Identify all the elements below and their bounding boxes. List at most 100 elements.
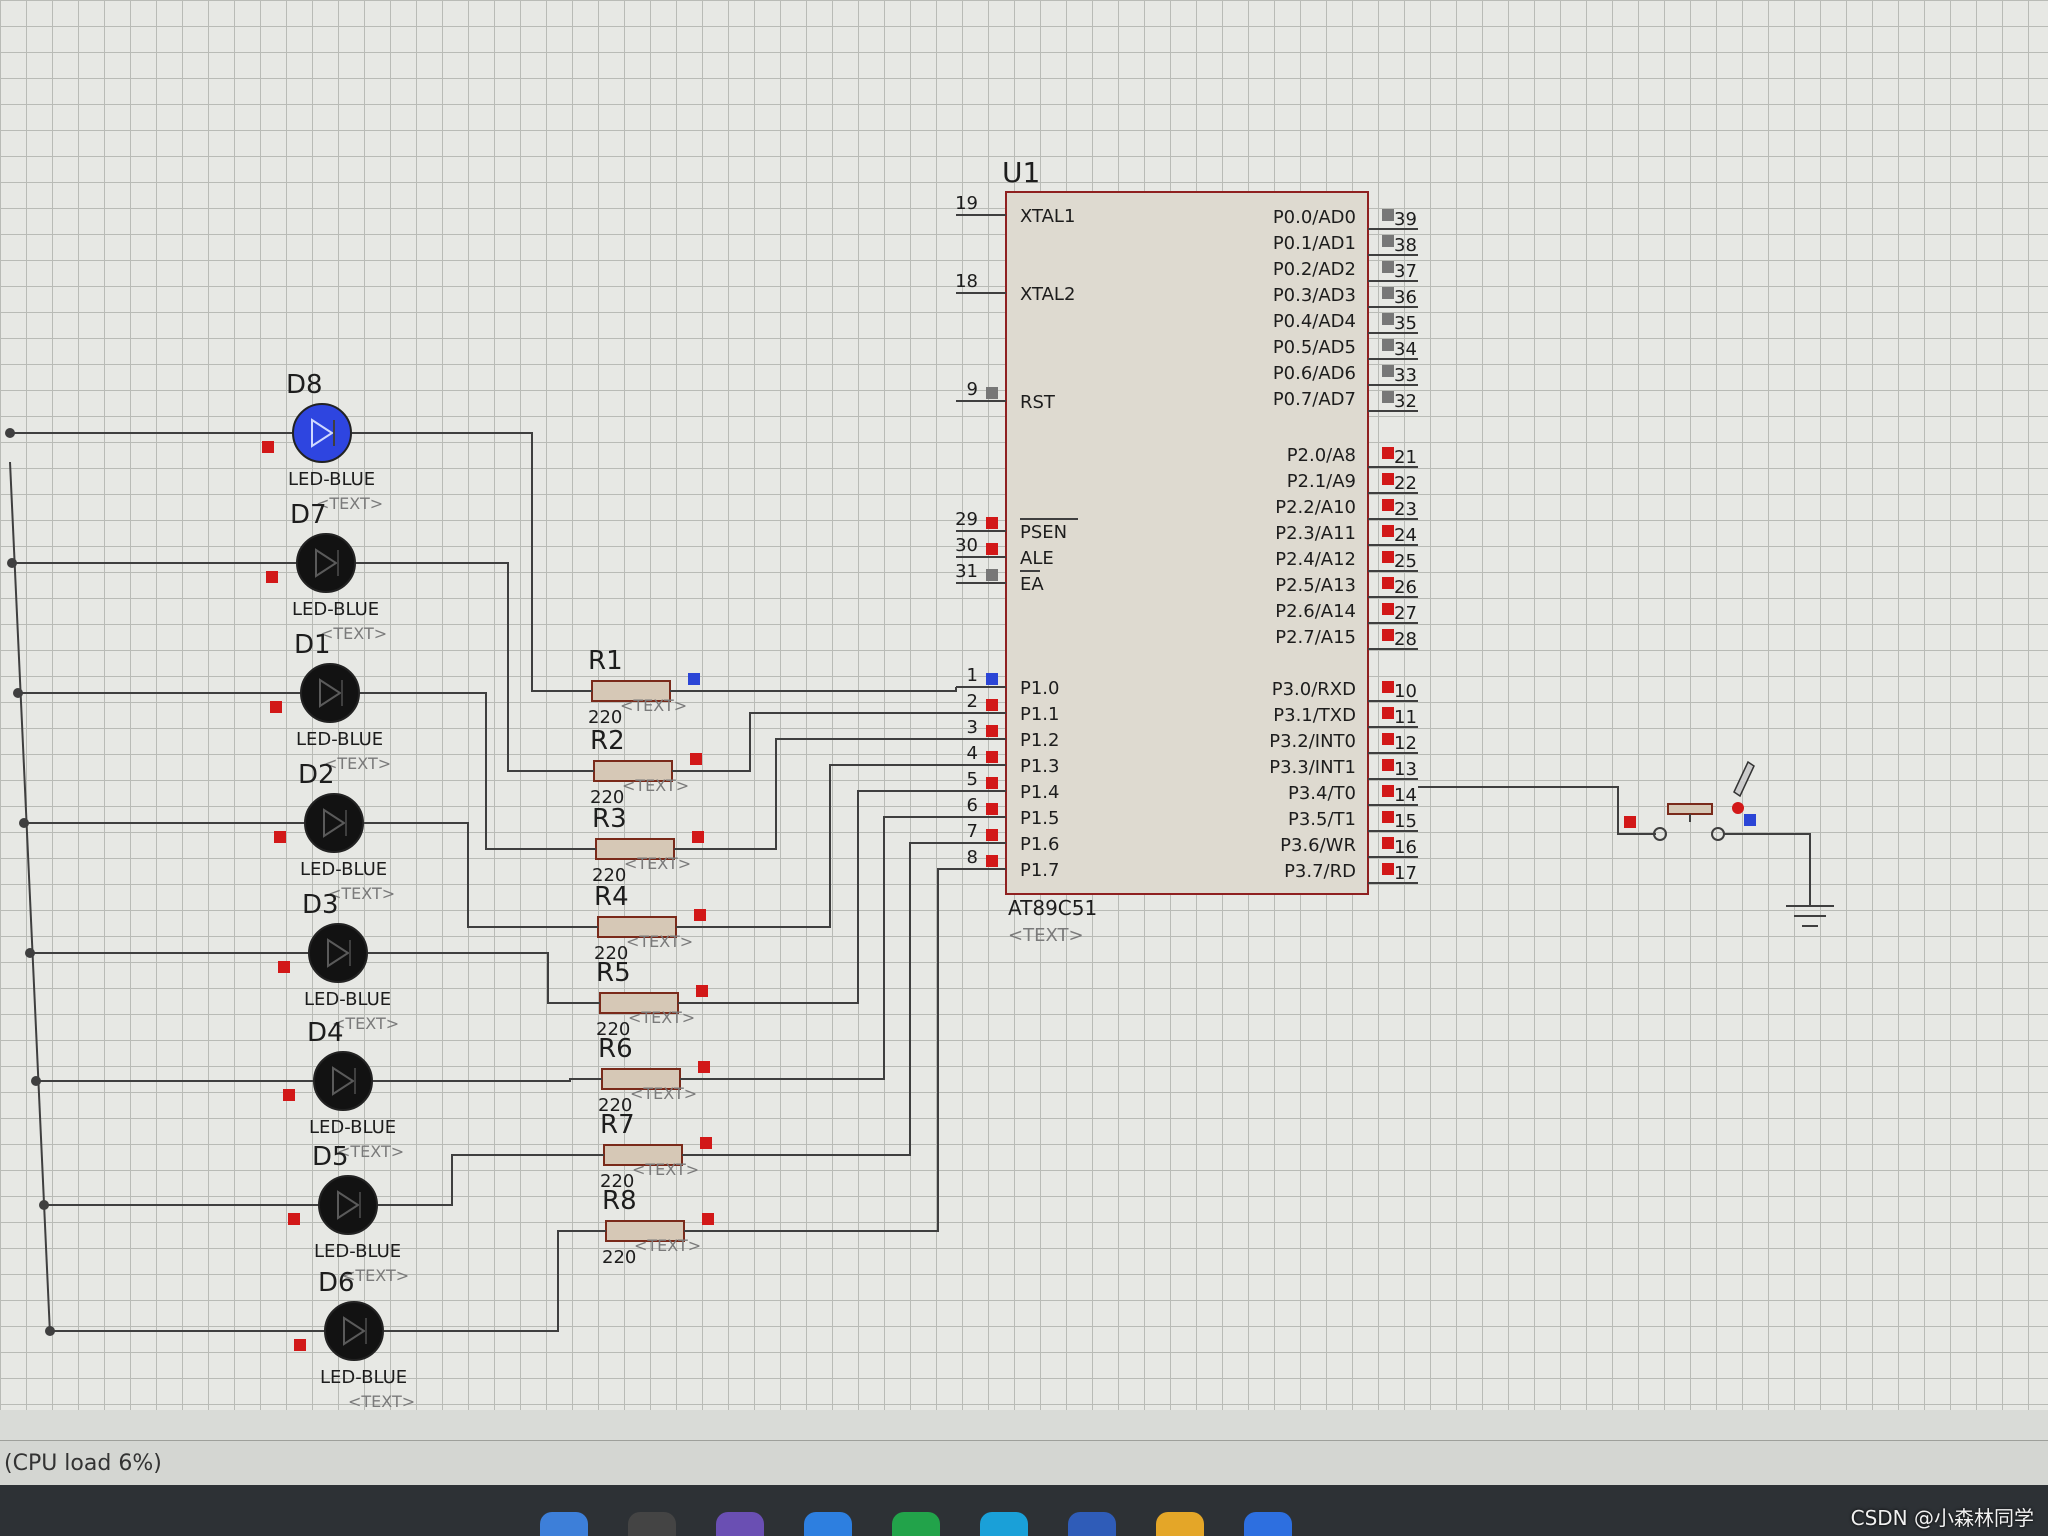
resistor-to-chip-wire bbox=[670, 687, 957, 692]
chip-pin-number: 38 bbox=[1394, 235, 1417, 256]
folder-icon[interactable] bbox=[540, 1512, 588, 1536]
chip-pin-name: P0.5/AD5 bbox=[1273, 337, 1356, 358]
resistor-ref: R3 bbox=[592, 804, 627, 834]
pin-state-marker bbox=[1382, 681, 1394, 693]
wire-junction bbox=[25, 948, 35, 958]
app-icon[interactable] bbox=[716, 1512, 764, 1536]
pin-state-marker bbox=[986, 777, 998, 789]
chip-pin-number: 14 bbox=[1394, 785, 1417, 806]
isis-icon[interactable] bbox=[1244, 1512, 1292, 1536]
chip-pin-number: 37 bbox=[1394, 261, 1417, 282]
chip-pin-number: 22 bbox=[1394, 473, 1417, 494]
led-to-resistor-wire bbox=[373, 1078, 602, 1082]
word-icon[interactable] bbox=[1068, 1512, 1116, 1536]
push-button[interactable] bbox=[1667, 803, 1713, 815]
led-to-resistor-wire bbox=[356, 562, 594, 772]
button-wire bbox=[1418, 786, 1656, 835]
led-ref: D1 bbox=[294, 630, 331, 660]
led-body[interactable] bbox=[318, 1175, 378, 1235]
chip-pin-number: 25 bbox=[1394, 551, 1417, 572]
led-part: LED-BLUE bbox=[320, 1367, 407, 1388]
chip-pin-number: 39 bbox=[1394, 209, 1417, 230]
chat-icon[interactable] bbox=[980, 1512, 1028, 1536]
chip-pin-number: 19 bbox=[955, 193, 978, 214]
resistor-to-chip-wire bbox=[680, 816, 956, 1080]
led-part: LED-BLUE bbox=[304, 989, 391, 1010]
led-body[interactable] bbox=[292, 403, 352, 463]
chip-pin-number: 31 bbox=[955, 561, 978, 582]
led-body[interactable] bbox=[304, 793, 364, 853]
led-body[interactable] bbox=[308, 923, 368, 983]
chip-pin-number: 12 bbox=[1394, 733, 1417, 754]
pin-state-marker bbox=[1382, 863, 1394, 875]
led-body[interactable] bbox=[313, 1051, 373, 1111]
chip-pin-number: 1 bbox=[967, 665, 978, 686]
pencil-icon bbox=[1733, 760, 1755, 798]
chip-part: AT89C51 bbox=[1008, 896, 1097, 920]
chip-pin-number: 36 bbox=[1394, 287, 1417, 308]
chip-pin-name: P0.1/AD1 bbox=[1273, 233, 1356, 254]
led-to-resistor-wire bbox=[368, 952, 600, 1004]
wechat-icon[interactable] bbox=[892, 1512, 940, 1536]
pin-state-marker bbox=[1382, 785, 1394, 797]
pin-state-marker bbox=[1382, 499, 1394, 511]
resistor-to-chip-wire bbox=[674, 738, 956, 850]
pin-state-marker bbox=[986, 673, 998, 685]
pin-state-marker bbox=[1624, 816, 1636, 828]
pin-state-marker bbox=[694, 909, 706, 921]
led-ref: D6 bbox=[318, 1268, 355, 1298]
chip-pin-name: P2.5/A13 bbox=[1275, 575, 1356, 596]
pin-state-marker bbox=[1382, 707, 1394, 719]
chip-pin-number: 24 bbox=[1394, 525, 1417, 546]
pin-state-marker bbox=[986, 699, 998, 711]
probe-marker bbox=[1732, 802, 1744, 814]
search-icon[interactable] bbox=[628, 1512, 676, 1536]
resistor-to-chip-wire bbox=[678, 790, 956, 1004]
pin-state-marker bbox=[288, 1213, 300, 1225]
cpu-load-text: (CPU load 6%) bbox=[4, 1450, 162, 1476]
led-body[interactable] bbox=[324, 1301, 384, 1361]
pin-state-marker bbox=[266, 571, 278, 583]
pin-state-marker bbox=[1382, 629, 1394, 641]
resistor-value: 220 bbox=[588, 707, 622, 728]
led-ref: D3 bbox=[302, 890, 339, 920]
chip-pin-name: P1.3 bbox=[1020, 756, 1059, 777]
chip-pin-number: 28 bbox=[1394, 629, 1417, 650]
led-to-resistor-wire bbox=[364, 822, 598, 928]
chip-pin-name: PSEN bbox=[1020, 522, 1067, 543]
chip-pin-number: 23 bbox=[1394, 499, 1417, 520]
resistor-to-chip-wire bbox=[672, 712, 956, 772]
pin-state-marker bbox=[1382, 339, 1394, 351]
pin-state-marker bbox=[274, 831, 286, 843]
led-ref: D2 bbox=[298, 760, 335, 790]
chip-pin-number: 6 bbox=[967, 795, 978, 816]
led-to-resistor-wire bbox=[384, 1230, 606, 1332]
schematic-canvas[interactable]: U1 AT89C51 <TEXT> 19 XTAL1 18 XTAL2 9 RST 29 PSEN 3… bbox=[0, 0, 2048, 1410]
chip-pin-name: P0.2/AD2 bbox=[1273, 259, 1356, 280]
emoji-icon[interactable] bbox=[1156, 1512, 1204, 1536]
chip-pin-name: P0.3/AD3 bbox=[1273, 285, 1356, 306]
pin-state-marker bbox=[986, 517, 998, 529]
chip-pin-name: XTAL1 bbox=[1020, 206, 1075, 227]
chip-pin-name: P3.1/TXD bbox=[1273, 705, 1356, 726]
resistor-text-placeholder: <TEXT> bbox=[632, 1160, 699, 1179]
pin-state-marker bbox=[1382, 759, 1394, 771]
chip-pin-name: P1.1 bbox=[1020, 704, 1059, 725]
chip-pin-number: 5 bbox=[967, 769, 978, 790]
led-part: LED-BLUE bbox=[292, 599, 379, 620]
pin-state-marker bbox=[278, 961, 290, 973]
chip-pin-number: 35 bbox=[1394, 313, 1417, 334]
pin-state-marker bbox=[1382, 209, 1394, 221]
chip-pin-name: P1.5 bbox=[1020, 808, 1059, 829]
chip-pin-name: P1.2 bbox=[1020, 730, 1059, 751]
resistor-ref: R6 bbox=[598, 1034, 633, 1064]
chip-pin-name: P2.3/A11 bbox=[1275, 523, 1356, 544]
browser-icon[interactable] bbox=[804, 1512, 852, 1536]
chip-pin-name: P1.4 bbox=[1020, 782, 1059, 803]
chip-pin-name: ALE bbox=[1020, 548, 1054, 569]
chip-pin-number: 13 bbox=[1394, 759, 1417, 780]
led-body[interactable] bbox=[296, 533, 356, 593]
led-body[interactable] bbox=[300, 663, 360, 723]
pin-state-marker bbox=[270, 701, 282, 713]
wire-junction bbox=[13, 688, 23, 698]
